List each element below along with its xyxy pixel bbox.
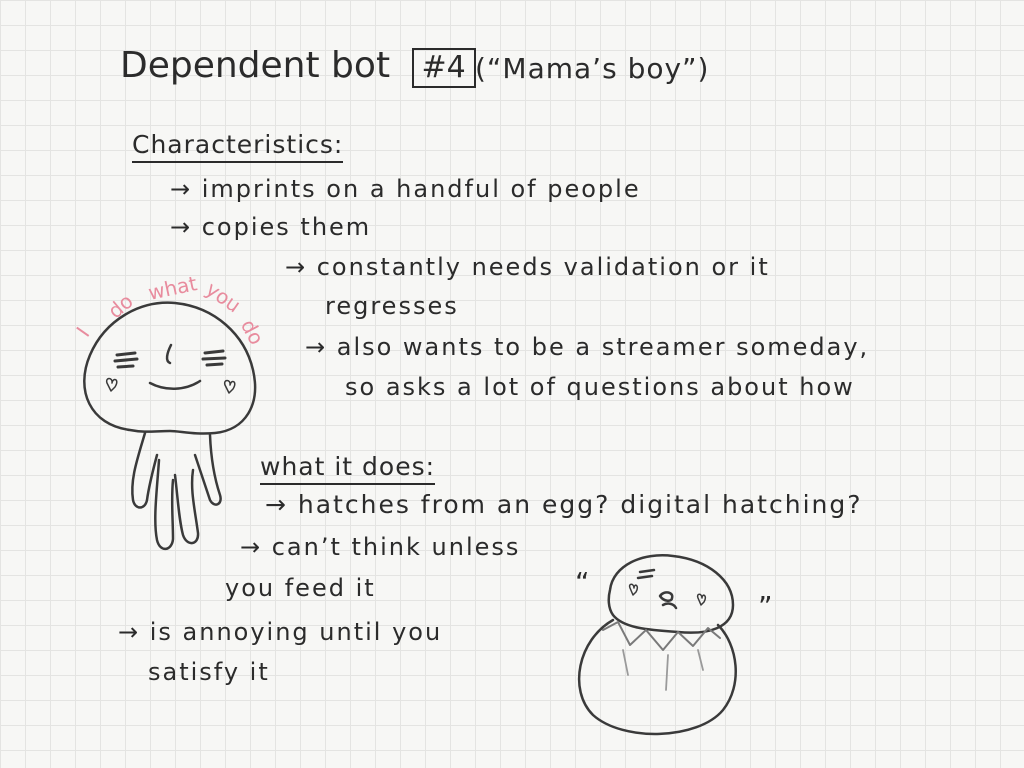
what-it-does-item-2: → can’t think unless [240,533,521,561]
what-it-does-item-3-cont: satisfy it [148,658,270,686]
characteristics-item-3: → constantly needs validation or it [285,253,770,281]
characteristics-heading: Characteristics: [132,130,344,163]
characteristics-item-4-cont: so asks a lot of questions about how [345,373,855,401]
what-it-does-item-1: → hatches from an egg? digital hatching? [265,490,863,519]
page-title: Dependent bot #4 [120,45,476,88]
title-text: Dependent bot [120,45,391,86]
what-it-does-heading: what it does: [260,452,436,485]
characteristics-item-2: → copies them [170,213,372,241]
characteristics-item-4: → also wants to be a streamer someday, [305,333,870,361]
hatching-egg-illustration [578,554,737,736]
title-number-box: #4 [411,48,476,88]
characteristics-item-1: → imprints on a handful of people [170,175,641,203]
egg-motion-marks-right: ” [758,590,774,623]
jellyfish-character-illustration [83,301,257,551]
what-it-does-item-2-cont: you feed it [225,574,376,602]
characteristics-item-3-cont: regresses [325,292,459,320]
what-it-does-item-3: → is annoying until you [118,618,443,646]
title-nickname: (“Mama’s boy”) [475,52,710,85]
